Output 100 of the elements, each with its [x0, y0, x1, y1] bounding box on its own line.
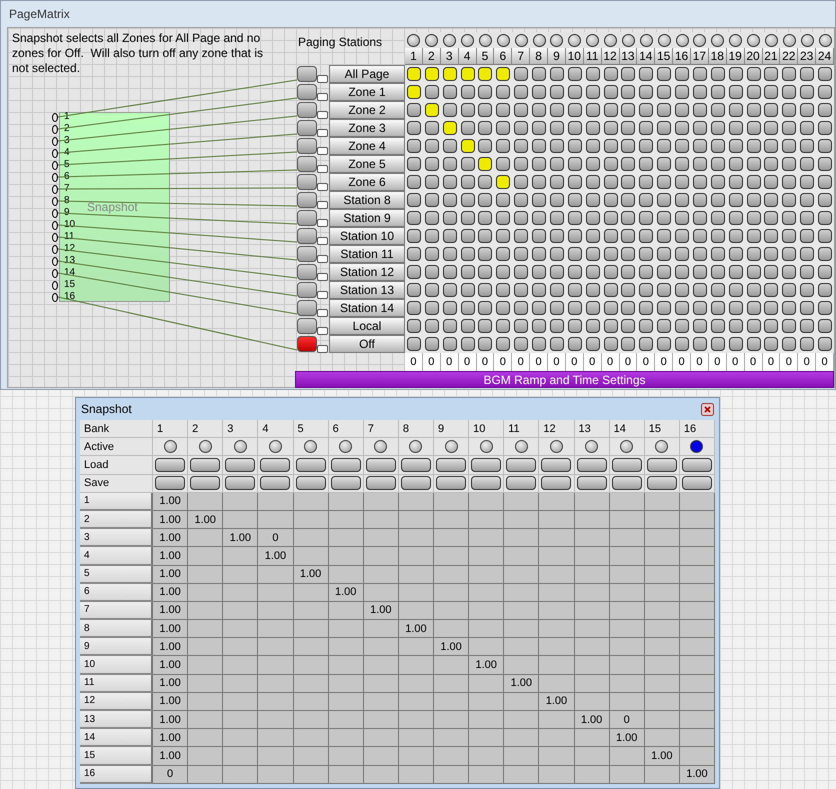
load-button[interactable] [190, 458, 220, 472]
crosspoint-button[interactable] [568, 103, 582, 117]
crosspoint-button[interactable] [586, 319, 600, 333]
crosspoint-button[interactable] [424, 67, 439, 81]
station-select-button[interactable] [297, 246, 317, 262]
crosspoint-button[interactable] [764, 319, 778, 333]
crosspoint-button[interactable] [746, 247, 761, 261]
crosspoint-button[interactable] [496, 103, 510, 117]
crosspoint-button[interactable] [728, 67, 743, 81]
crosspoint-button[interactable] [675, 67, 690, 81]
crosspoint-button[interactable] [532, 85, 546, 99]
crosspoint-button[interactable] [514, 247, 528, 261]
save-button[interactable] [296, 476, 326, 490]
crosspoint-button[interactable] [782, 301, 796, 315]
crosspoint-button[interactable] [764, 85, 778, 99]
crosspoint-button[interactable] [692, 103, 707, 117]
crosspoint-button[interactable] [710, 265, 725, 279]
crosspoint-button[interactable] [657, 85, 672, 99]
crosspoint-button[interactable] [657, 175, 672, 189]
crosspoint-button[interactable] [639, 301, 654, 315]
crosspoint-button[interactable] [692, 193, 707, 207]
crosspoint-button[interactable] [639, 121, 654, 135]
crosspoint-button[interactable] [604, 67, 618, 81]
crosspoint-button[interactable] [818, 175, 832, 189]
station-button[interactable]: Station 8 [329, 191, 405, 209]
crosspoint-button[interactable] [639, 319, 654, 333]
crosspoint-button[interactable] [496, 265, 510, 279]
save-button[interactable] [225, 476, 256, 490]
crosspoint-button[interactable] [442, 319, 457, 333]
station-select-button[interactable] [297, 120, 317, 136]
crosspoint-button[interactable] [496, 121, 510, 135]
crosspoint-button[interactable] [675, 247, 690, 261]
crosspoint-button[interactable] [424, 319, 439, 333]
crosspoint-button[interactable] [550, 229, 564, 243]
crosspoint-button[interactable] [746, 103, 761, 117]
crosspoint-button[interactable] [424, 247, 439, 261]
crosspoint-button[interactable] [568, 301, 582, 315]
save-button[interactable] [330, 476, 361, 490]
crosspoint-button[interactable] [746, 301, 761, 315]
crosspoint-button[interactable] [460, 193, 475, 207]
load-button[interactable] [330, 458, 361, 472]
crosspoint-button[interactable] [514, 211, 528, 225]
crosspoint-button[interactable] [586, 175, 600, 189]
crosspoint-button[interactable] [728, 103, 743, 117]
station-button[interactable]: Station 10 [329, 227, 405, 245]
crosspoint-button[interactable] [675, 211, 690, 225]
crosspoint-button[interactable] [406, 319, 421, 333]
crosspoint-button[interactable] [604, 319, 618, 333]
crosspoint-button[interactable] [604, 85, 618, 99]
close-icon[interactable] [701, 402, 714, 416]
crosspoint-button[interactable] [514, 229, 528, 243]
crosspoint-button[interactable] [586, 301, 600, 315]
crosspoint-button[interactable] [818, 301, 832, 315]
crosspoint-button[interactable] [621, 265, 636, 279]
crosspoint-button[interactable] [568, 337, 582, 351]
station-select-button[interactable] [297, 174, 317, 190]
crosspoint-button[interactable] [800, 103, 814, 117]
crosspoint-button[interactable] [442, 85, 457, 99]
crosspoint-button[interactable] [782, 211, 796, 225]
station-button[interactable]: Local [329, 317, 405, 335]
crosspoint-button[interactable] [550, 157, 564, 171]
crosspoint-button[interactable] [818, 337, 832, 351]
crosspoint-button[interactable] [478, 121, 492, 135]
station-button[interactable]: Zone 6 [329, 173, 405, 191]
station-select-button[interactable] [297, 228, 317, 244]
pin-icon[interactable] [52, 257, 58, 266]
crosspoint-button[interactable] [532, 67, 546, 81]
crosspoint-button[interactable] [746, 121, 761, 135]
crosspoint-button[interactable] [604, 247, 618, 261]
crosspoint-button[interactable] [406, 139, 421, 153]
crosspoint-button[interactable] [728, 319, 743, 333]
crosspoint-button[interactable] [621, 337, 636, 351]
crosspoint-button[interactable] [424, 301, 439, 315]
crosspoint-button[interactable] [728, 139, 743, 153]
crosspoint-button[interactable] [639, 265, 654, 279]
crosspoint-button[interactable] [818, 157, 832, 171]
crosspoint-button[interactable] [478, 229, 492, 243]
station-select-button[interactable] [297, 138, 317, 154]
crosspoint-button[interactable] [621, 247, 636, 261]
crosspoint-button[interactable] [406, 193, 421, 207]
crosspoint-button[interactable] [639, 283, 654, 297]
load-button[interactable] [612, 458, 642, 472]
crosspoint-button[interactable] [692, 121, 707, 135]
crosspoint-button[interactable] [675, 319, 690, 333]
crosspoint-button[interactable] [692, 211, 707, 225]
crosspoint-button[interactable] [424, 193, 439, 207]
crosspoint-button[interactable] [406, 301, 421, 315]
station-button[interactable]: Zone 1 [329, 83, 405, 101]
crosspoint-button[interactable] [800, 211, 814, 225]
crosspoint-button[interactable] [424, 175, 439, 189]
crosspoint-button[interactable] [568, 283, 582, 297]
crosspoint-button[interactable] [550, 337, 564, 351]
crosspoint-button[interactable] [460, 301, 475, 315]
station-button[interactable]: Station 9 [329, 209, 405, 227]
load-button[interactable] [366, 458, 396, 472]
crosspoint-button[interactable] [675, 85, 690, 99]
crosspoint-button[interactable] [657, 265, 672, 279]
crosspoint-button[interactable] [604, 211, 618, 225]
crosspoint-button[interactable] [406, 103, 421, 117]
crosspoint-button[interactable] [532, 211, 546, 225]
